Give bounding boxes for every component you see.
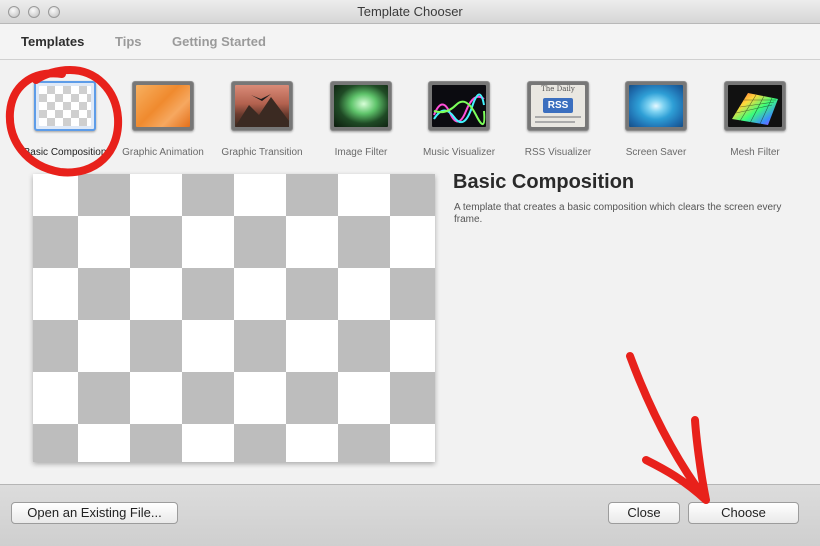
selected-template-description: A template that creates a basic composit…: [454, 202, 782, 225]
template-chooser-window: Template Chooser Templates Tips Getting …: [0, 0, 820, 546]
open-existing-file-button[interactable]: Open an Existing File...: [11, 502, 178, 524]
tab-bar: Templates Tips Getting Started: [0, 24, 820, 60]
spectrum-thumbnail-icon: [428, 81, 490, 131]
tab-tips[interactable]: Tips: [115, 34, 142, 49]
template-rss-visualizer[interactable]: The Daily RSS RSS Visualizer: [508, 72, 608, 162]
checkerboard-preview: [33, 174, 435, 462]
template-mesh-filter[interactable]: Mesh Filter: [705, 72, 805, 162]
composition-preview: [33, 174, 435, 462]
template-label: RSS Visualizer: [524, 147, 592, 158]
template-label: Music Visualizer: [422, 147, 496, 158]
template-label: Graphic Transition: [221, 147, 303, 158]
choose-button[interactable]: Choose: [688, 502, 799, 524]
window-title: Template Chooser: [357, 4, 463, 19]
template-label: Screen Saver: [625, 147, 687, 158]
rss-badge: RSS: [543, 98, 573, 113]
template-label: Basic Composition: [23, 147, 107, 158]
rss-newspaper-thumbnail-icon: The Daily RSS: [527, 81, 589, 131]
checkerboard-thumbnail-icon: [34, 81, 96, 131]
template-basic-composition[interactable]: Basic Composition: [15, 72, 115, 162]
template-graphic-animation[interactable]: Graphic Animation: [113, 72, 213, 162]
template-label: Mesh Filter: [730, 147, 780, 158]
tab-templates[interactable]: Templates: [21, 34, 84, 49]
template-image-filter[interactable]: Image Filter: [311, 72, 411, 162]
close-button[interactable]: Close: [608, 502, 680, 524]
template-music-visualizer[interactable]: Music Visualizer: [409, 72, 509, 162]
rainbow-mesh-thumbnail-icon: [724, 81, 786, 131]
template-screen-saver[interactable]: Screen Saver: [606, 72, 706, 162]
orange-hexagon-thumbnail-icon: [132, 81, 194, 131]
template-label: Graphic Animation: [122, 147, 204, 158]
template-gallery: Basic Composition Graphic Animation Grap…: [0, 72, 820, 162]
selected-template-title: Basic Composition: [453, 171, 635, 193]
template-label: Image Filter: [334, 147, 388, 158]
red-arrow-annotation: [626, 352, 710, 504]
blue-swirl-thumbnail-icon: [625, 81, 687, 131]
template-graphic-transition[interactable]: Graphic Transition: [212, 72, 312, 162]
newspaper-masthead: The Daily: [541, 85, 575, 93]
mountain-bird-thumbnail-icon: [231, 81, 293, 131]
title-bar: Template Chooser: [0, 0, 820, 24]
tab-getting-started[interactable]: Getting Started: [172, 34, 266, 49]
glowing-face-thumbnail-icon: [330, 81, 392, 131]
